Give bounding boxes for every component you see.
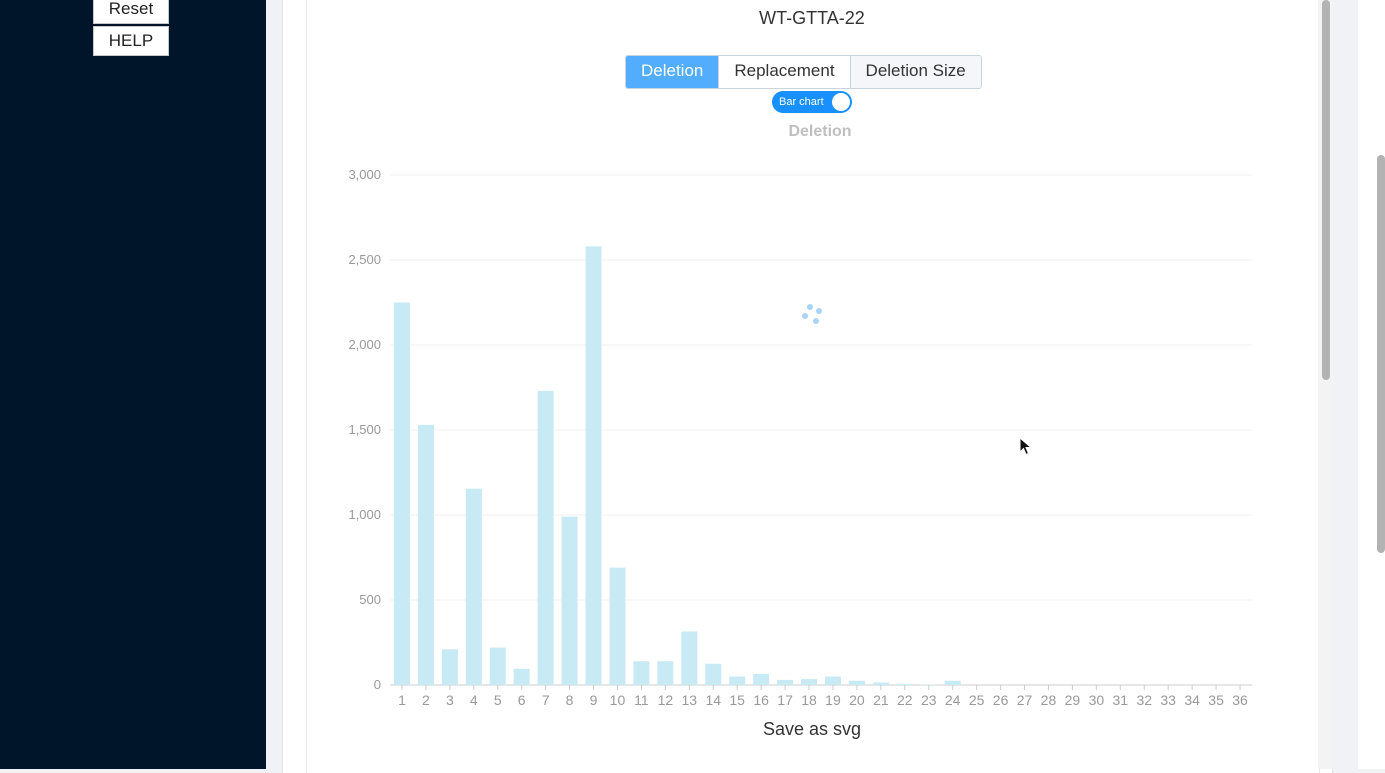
bar-4[interactable] bbox=[465, 488, 482, 685]
x-tick-label: 22 bbox=[897, 692, 913, 708]
y-tick-label: 2,000 bbox=[348, 337, 381, 352]
x-tick-label: 14 bbox=[705, 692, 721, 708]
mouse-cursor-icon bbox=[1019, 437, 1033, 456]
bar-19[interactable] bbox=[824, 676, 841, 686]
x-tick-label: 17 bbox=[777, 692, 793, 708]
panel-scrollbar-thumb[interactable] bbox=[1322, 0, 1330, 380]
x-tick-label: 2 bbox=[422, 692, 430, 708]
x-tick-label: 18 bbox=[801, 692, 817, 708]
x-tick-label: 11 bbox=[634, 692, 649, 708]
x-tick-label: 16 bbox=[753, 692, 769, 708]
x-tick-label: 28 bbox=[1041, 692, 1057, 708]
x-tick-label: 21 bbox=[873, 692, 889, 708]
y-tick-label: 2,500 bbox=[348, 252, 381, 267]
bar-7[interactable] bbox=[537, 390, 554, 685]
bar-9[interactable] bbox=[585, 246, 602, 685]
spinner-icon bbox=[802, 304, 822, 324]
x-tick-label: 27 bbox=[1017, 692, 1033, 708]
x-tick-label: 7 bbox=[542, 692, 550, 708]
x-tick-label: 15 bbox=[729, 692, 745, 708]
bar-17[interactable] bbox=[777, 679, 794, 685]
bar-21[interactable] bbox=[872, 682, 889, 685]
bar-15[interactable] bbox=[729, 676, 746, 686]
x-tick-label: 20 bbox=[849, 692, 865, 708]
x-tick-label: 36 bbox=[1232, 692, 1248, 708]
x-tick-label: 32 bbox=[1136, 692, 1152, 708]
x-tick-label: 23 bbox=[921, 692, 937, 708]
y-tick-label: 3,000 bbox=[348, 167, 381, 182]
x-tick-label: 9 bbox=[590, 692, 598, 708]
x-tick-label: 24 bbox=[945, 692, 961, 708]
bar-18[interactable] bbox=[801, 679, 818, 685]
x-tick-label: 34 bbox=[1184, 692, 1200, 708]
bar-13[interactable] bbox=[681, 631, 698, 685]
x-tick-label: 19 bbox=[825, 692, 841, 708]
x-tick-label: 4 bbox=[470, 692, 478, 708]
x-tick-label: 26 bbox=[993, 692, 1009, 708]
bar-1[interactable] bbox=[393, 302, 410, 686]
x-tick-label: 10 bbox=[610, 692, 626, 708]
bar-22[interactable] bbox=[896, 684, 913, 685]
y-tick-label: 0 bbox=[374, 677, 381, 692]
x-tick-label: 5 bbox=[494, 692, 502, 708]
page-scrollbar-thumb[interactable] bbox=[1377, 155, 1385, 553]
x-tick-label: 1 bbox=[398, 692, 406, 708]
x-tick-label: 6 bbox=[518, 692, 526, 708]
x-tick-label: 33 bbox=[1160, 692, 1176, 708]
deletion-bar-chart: Deletion 0 500 1,000 1,500 2,000 2,500 3,000 1… bbox=[348, 123, 1252, 708]
x-tick-label: 25 bbox=[969, 692, 985, 708]
bars bbox=[393, 246, 961, 686]
bar-6[interactable] bbox=[513, 668, 530, 685]
x-tick-label: 31 bbox=[1113, 692, 1129, 708]
x-tick-label: 35 bbox=[1208, 692, 1224, 708]
grid-lines bbox=[390, 174, 1252, 686]
save-as-svg-button[interactable]: Save as svg bbox=[712, 719, 912, 740]
x-tick-label: 12 bbox=[658, 692, 674, 708]
chart-title: Deletion bbox=[788, 123, 851, 140]
x-tick-label: 13 bbox=[682, 692, 698, 708]
bar-12[interactable] bbox=[657, 661, 674, 685]
bar-8[interactable] bbox=[561, 516, 578, 685]
y-tick-label: 500 bbox=[359, 592, 381, 607]
bar-16[interactable] bbox=[753, 673, 770, 685]
x-tick-label: 29 bbox=[1065, 692, 1081, 708]
bar-5[interactable] bbox=[489, 647, 506, 685]
x-axis-ticks: 1 2 3 4 5 6 7 8 9 10 11 12 13 14 15 16 17 18 19 20 21 22 23 24 2… bbox=[398, 685, 1248, 708]
y-tick-label: 1,500 bbox=[348, 422, 381, 437]
x-tick-label: 3 bbox=[446, 692, 454, 708]
y-tick-label: 1,000 bbox=[348, 507, 381, 522]
bar-14[interactable] bbox=[705, 663, 722, 685]
x-tick-label: 30 bbox=[1089, 692, 1105, 708]
bar-2[interactable] bbox=[417, 424, 434, 685]
bar-3[interactable] bbox=[441, 649, 458, 685]
bar-23[interactable] bbox=[920, 684, 937, 685]
bar-11[interactable] bbox=[633, 661, 650, 685]
bar-10[interactable] bbox=[609, 567, 626, 685]
bar-20[interactable] bbox=[848, 680, 865, 685]
bar-24[interactable] bbox=[944, 680, 961, 685]
x-tick-label: 8 bbox=[566, 692, 574, 708]
y-axis-ticks: 0 500 1,000 1,500 2,000 2,500 3,000 bbox=[348, 167, 381, 692]
